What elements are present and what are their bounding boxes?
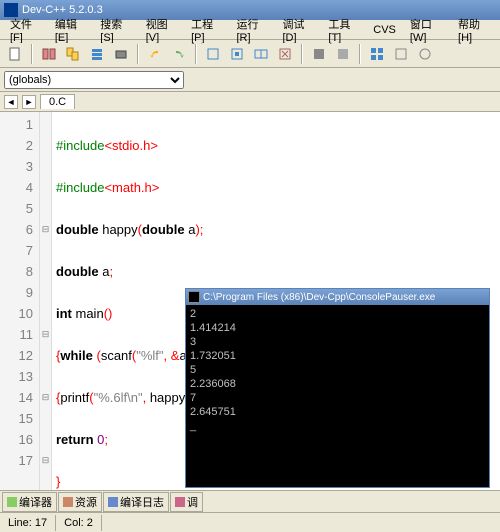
tab-bar: ◄ ► 0.C: [0, 92, 500, 112]
status-line: Line: 17: [0, 515, 56, 531]
undo-button[interactable]: [144, 43, 166, 65]
tab-next-icon[interactable]: ►: [22, 95, 36, 109]
menubar: 文件[F] 编辑[E] 搜索[S] 视图[V] 工程[P] 运行[R] 调试[D…: [0, 20, 500, 40]
menu-project[interactable]: 工程[P]: [185, 14, 228, 46]
btab-compilelog[interactable]: 编译日志: [103, 492, 169, 512]
tb-btn-6[interactable]: [226, 43, 248, 65]
file-tab[interactable]: 0.C: [40, 94, 75, 109]
tb-btn-11[interactable]: [366, 43, 388, 65]
tb-btn-8[interactable]: [274, 43, 296, 65]
menu-search[interactable]: 搜索[S]: [94, 14, 137, 46]
menu-tools[interactable]: 工具[T]: [322, 14, 365, 46]
toolbar: [0, 40, 500, 68]
tb-btn-12[interactable]: [390, 43, 412, 65]
status-col: Col: 2: [56, 515, 102, 531]
console-titlebar[interactable]: C:\Program Files (x86)\Dev-Cpp\ConsolePa…: [186, 289, 489, 305]
tb-btn-2[interactable]: [62, 43, 84, 65]
btab-compiler[interactable]: 编译器: [2, 492, 57, 512]
status-bar: Line: 17 Col: 2: [0, 512, 500, 532]
menu-window[interactable]: 窗口[W]: [404, 14, 450, 46]
menu-debug[interactable]: 调试[D]: [276, 14, 320, 46]
menu-edit[interactable]: 编辑[E]: [49, 14, 92, 46]
fold-gutter: ⊟⊟⊟⊟: [40, 112, 52, 490]
tb-btn-1[interactable]: [38, 43, 60, 65]
btab-debug[interactable]: 调: [170, 492, 203, 512]
console-window[interactable]: C:\Program Files (x86)\Dev-Cpp\ConsolePa…: [185, 288, 490, 488]
tb-btn-3[interactable]: [86, 43, 108, 65]
tb-btn-13[interactable]: [414, 43, 436, 65]
tb-btn-4[interactable]: [110, 43, 132, 65]
new-button[interactable]: [4, 43, 26, 65]
menu-view[interactable]: 视图[V]: [140, 14, 183, 46]
redo-button[interactable]: [168, 43, 190, 65]
scope-bar: (globals): [0, 68, 500, 92]
tb-btn-10[interactable]: [332, 43, 354, 65]
tb-btn-9[interactable]: [308, 43, 330, 65]
menu-file[interactable]: 文件[F]: [4, 14, 47, 46]
tb-btn-5[interactable]: [202, 43, 224, 65]
scope-select[interactable]: (globals): [4, 71, 184, 89]
btab-resources[interactable]: 资源: [58, 492, 102, 512]
line-gutter: 1234567891011121314151617: [0, 112, 40, 490]
console-icon: [188, 291, 200, 303]
tab-prev-icon[interactable]: ◄: [4, 95, 18, 109]
bottom-tabs: 编译器 资源 编译日志 调: [0, 490, 500, 512]
menu-cvs[interactable]: CVS: [367, 22, 402, 38]
menu-help[interactable]: 帮助[H]: [452, 14, 496, 46]
console-output: 21.41421431.73205152.23606872.645751_: [186, 305, 489, 435]
tb-btn-7[interactable]: [250, 43, 272, 65]
menu-run[interactable]: 运行[R]: [231, 14, 275, 46]
